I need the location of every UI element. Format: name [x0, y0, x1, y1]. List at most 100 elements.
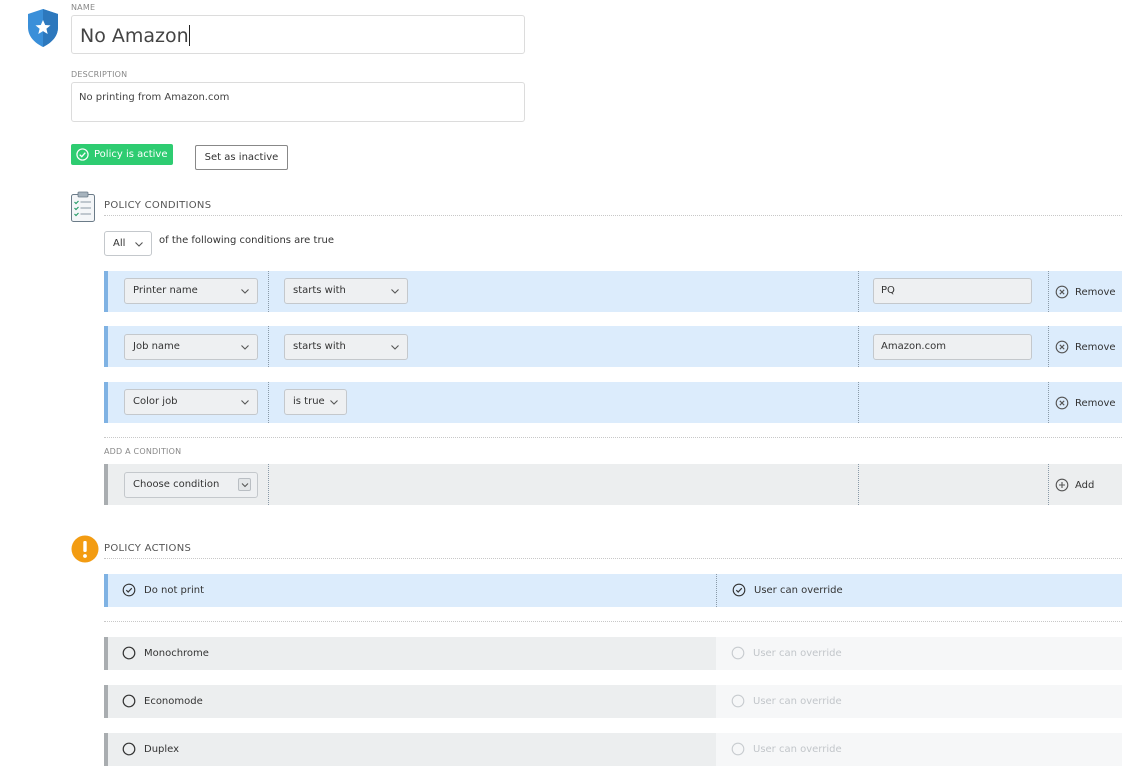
condition-row-color-job: Color job is true Remove: [104, 382, 1122, 423]
chevron-down-icon: [241, 289, 249, 294]
checked-circle-icon: [122, 583, 136, 597]
condition-value-text: PQ: [881, 285, 895, 296]
radio-empty-icon: [122, 742, 136, 756]
name-input-value: No Amazon: [80, 25, 189, 47]
add-condition-button[interactable]: Add: [1055, 478, 1094, 492]
remove-label: Remove: [1075, 397, 1116, 409]
policy-actions-title: POLICY ACTIONS: [104, 543, 192, 554]
condition-field-select[interactable]: Printer name: [124, 278, 258, 304]
action-right-cell: User can override: [716, 685, 1122, 718]
column-separator: [1048, 464, 1049, 505]
chevron-down-icon: [330, 400, 338, 405]
column-separator: [268, 271, 269, 312]
action-row-monochrome: Monochrome User can override: [104, 637, 1122, 670]
column-separator: [858, 382, 859, 423]
add-label: Add: [1075, 479, 1095, 491]
user-can-override-option: User can override: [731, 694, 842, 708]
policy-shield-icon: [26, 8, 60, 48]
description-label: DESCRIPTION: [71, 70, 128, 79]
remove-condition-button[interactable]: Remove: [1055, 285, 1116, 299]
action-label: Do not print: [144, 584, 205, 596]
economode-option[interactable]: Economode: [122, 694, 203, 708]
add-condition-divider: [104, 437, 1122, 438]
column-separator: [1048, 326, 1049, 367]
monochrome-option[interactable]: Monochrome: [122, 646, 209, 660]
policy-conditions-title: POLICY CONDITIONS: [104, 200, 212, 211]
duplex-option[interactable]: Duplex: [122, 742, 179, 756]
action-row-duplex: Duplex User can override: [104, 733, 1122, 766]
choose-condition-select[interactable]: Choose condition: [124, 472, 258, 498]
action-row-economode: Economode User can override: [104, 685, 1122, 718]
chevron-down-icon: [241, 345, 249, 350]
remove-condition-button[interactable]: Remove: [1055, 340, 1116, 354]
column-separator: [1048, 271, 1049, 312]
action-left-cell: Do not print: [104, 574, 716, 607]
condition-value-text: Amazon.com: [881, 341, 946, 352]
description-input[interactable]: No printing from Amazon.com: [71, 82, 525, 122]
chevron-down-icon: [135, 242, 143, 247]
remove-circle-icon: [1055, 396, 1069, 410]
match-mode-select[interactable]: All: [104, 231, 152, 256]
radio-disabled-icon: [731, 742, 745, 756]
column-separator: [1048, 382, 1049, 423]
user-can-override-option: User can override: [731, 742, 842, 756]
condition-field-select[interactable]: Job name: [124, 334, 258, 360]
condition-operator-select[interactable]: starts with: [284, 278, 408, 304]
radio-empty-icon: [122, 694, 136, 708]
user-can-override-option: User can override: [731, 646, 842, 660]
override-label: User can override: [754, 584, 843, 596]
action-right-cell: User can override: [716, 637, 1122, 670]
do-not-print-option[interactable]: Do not print: [122, 583, 204, 597]
actions-divider: [104, 558, 1122, 559]
column-separator: [858, 271, 859, 312]
condition-value-input[interactable]: Amazon.com: [873, 334, 1032, 360]
override-label: User can override: [753, 743, 842, 755]
condition-field-select[interactable]: Color job: [124, 389, 258, 415]
action-label: Monochrome: [144, 647, 209, 659]
remove-circle-icon: [1055, 285, 1069, 299]
condition-field-value: Color job: [133, 396, 178, 407]
condition-field-value: Printer name: [133, 285, 198, 296]
action-left-cell: Economode: [104, 685, 716, 718]
action-left-cell: Monochrome: [104, 637, 716, 670]
remove-circle-icon: [1055, 340, 1069, 354]
action-row-do-not-print: Do not print User can override: [104, 574, 1122, 607]
warning-exclamation-icon: [71, 535, 99, 563]
action-label: Duplex: [144, 743, 180, 755]
clipboard-checklist-icon: [70, 191, 96, 223]
action-left-cell: Duplex: [104, 733, 716, 766]
condition-operator-select[interactable]: is true: [284, 389, 347, 415]
remove-label: Remove: [1075, 341, 1116, 353]
set-inactive-button[interactable]: Set as inactive: [195, 145, 288, 170]
override-label: User can override: [753, 647, 842, 659]
checked-circle-icon: [732, 583, 746, 597]
condition-operator-value: starts with: [293, 341, 346, 352]
action-label: Economode: [144, 695, 203, 707]
user-can-override-option[interactable]: User can override: [732, 583, 843, 597]
description-input-value: No printing from Amazon.com: [79, 92, 230, 103]
chevron-down-icon: [391, 289, 399, 294]
column-separator: [268, 464, 269, 505]
condition-operator-value: is true: [293, 396, 325, 407]
condition-value-input[interactable]: PQ: [873, 278, 1032, 304]
text-cursor: [189, 25, 190, 46]
condition-operator-select[interactable]: starts with: [284, 334, 408, 360]
condition-field-value: Job name: [133, 341, 180, 352]
choose-condition-value: Choose condition: [133, 479, 220, 490]
condition-row-job-name: Job name starts with Amazon.com Remove: [104, 326, 1122, 367]
policy-active-text: Policy is active: [94, 149, 168, 160]
add-condition-row: Choose condition Add: [104, 464, 1122, 505]
actions-options-divider: [104, 621, 1122, 622]
condition-operator-value: starts with: [293, 285, 346, 296]
conditions-divider: [104, 215, 1122, 216]
name-input[interactable]: No Amazon: [71, 15, 525, 54]
remove-condition-button[interactable]: Remove: [1055, 396, 1116, 410]
match-text: of the following conditions are true: [159, 235, 335, 246]
column-separator: [268, 326, 269, 367]
chevron-down-icon: [241, 483, 249, 488]
match-mode-value: All: [113, 238, 126, 249]
condition-row-printer-name: Printer name starts with PQ Remove: [104, 271, 1122, 312]
policy-active-badge: Policy is active: [71, 144, 173, 165]
check-circle-icon: [76, 148, 89, 161]
radio-empty-icon: [122, 646, 136, 660]
